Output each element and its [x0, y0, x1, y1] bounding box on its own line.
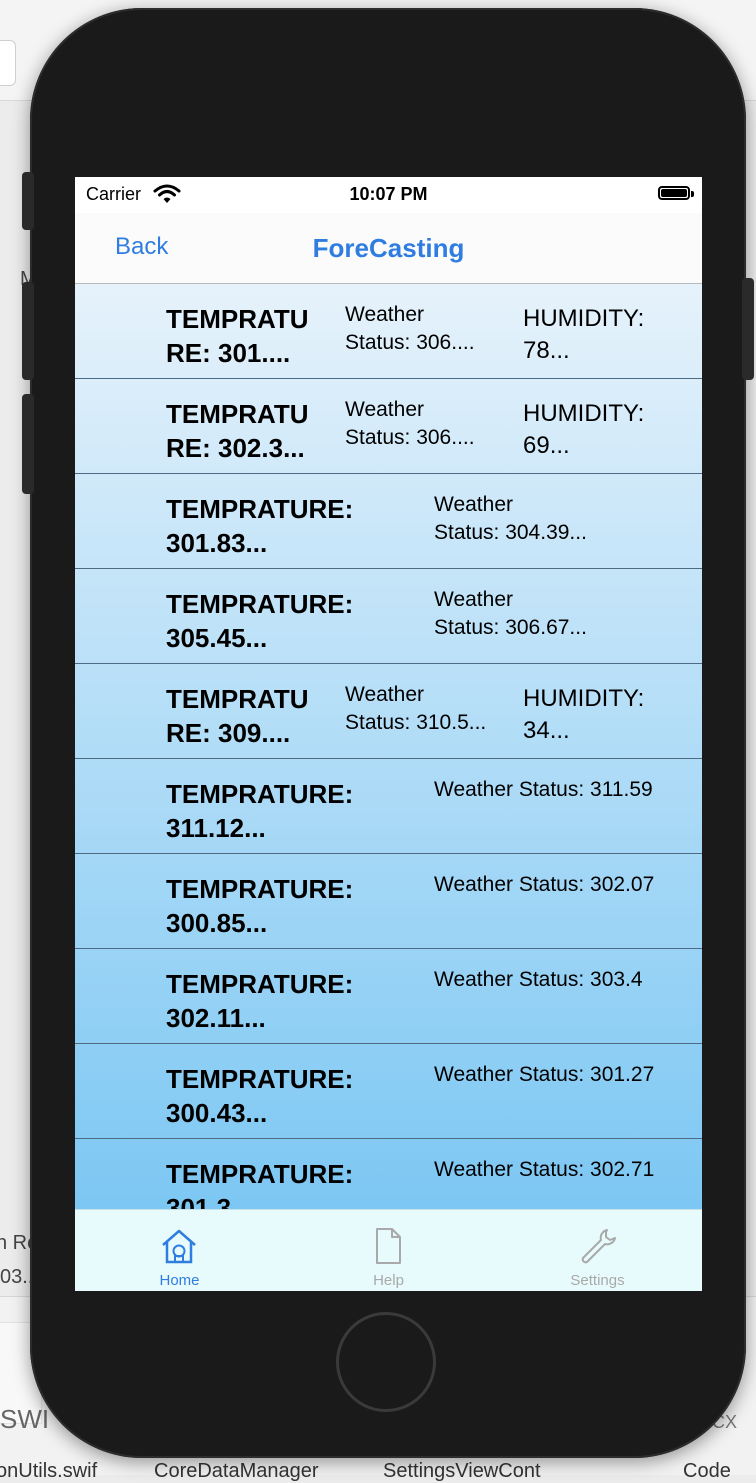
document-icon: [368, 1226, 408, 1266]
humidity-label: HUMIDITY: 78...: [523, 305, 645, 364]
home-button[interactable]: [336, 1312, 436, 1412]
battery-icon: [658, 186, 690, 200]
weather-status-label: Weather Status: 303.4: [434, 968, 643, 991]
temperature-label: TEMPRATU RE: 309....: [166, 684, 309, 748]
table-row[interactable]: TEMPRATURE: 301.3... Weather Status: 302…: [75, 1139, 702, 1209]
weather-status-label: Weather Status: 306.67...: [434, 588, 587, 639]
temperature-label: TEMPRATU RE: 302.3...: [166, 399, 309, 463]
tab-label: Help: [373, 1272, 404, 1289]
table-row[interactable]: TEMPRATURE: 311.12... Weather Status: 31…: [75, 759, 702, 854]
tab-label: Home: [159, 1272, 200, 1289]
temperature-label: TEMPRATURE: 311.12...: [166, 779, 354, 843]
table-row[interactable]: TEMPRATURE: 305.45... Weather Status: 30…: [75, 569, 702, 664]
weather-status-label: Weather Status: 304.39...: [434, 493, 587, 544]
status-bar: Carrier 10:07 PM: [75, 177, 702, 213]
file-label[interactable]: onUtils.swif: [0, 1460, 97, 1483]
weather-status-label: Weather Status: 311.59: [434, 778, 653, 801]
weather-status-label: Weather Status: 310.5...: [345, 683, 487, 734]
temperature-label: TEMPRATURE: 300.43...: [166, 1064, 354, 1128]
desktop-text: 03..: [0, 1266, 34, 1288]
forecast-table[interactable]: TEMPRATU RE: 301.... Weather Status: 306…: [75, 284, 702, 1209]
tab-settings[interactable]: Settings: [493, 1210, 702, 1291]
battery-tip: [691, 191, 694, 197]
silent-switch: [22, 172, 34, 230]
file-label[interactable]: CoreDataManager: [154, 1460, 319, 1483]
temperature-label: TEMPRATURE: 305.45...: [166, 589, 354, 653]
power-button: [742, 278, 754, 380]
weather-status-label: Weather Status: 301.27: [434, 1063, 655, 1086]
temperature-label: TEMPRATURE: 300.85...: [166, 874, 354, 938]
volume-up-button: [22, 282, 34, 380]
desktop-toolbar-button[interactable]: [0, 40, 16, 86]
tab-bar: Home Help Settings: [75, 1209, 702, 1291]
app-screen: Carrier 10:07 PM Back ForeCasting TEMPRA…: [75, 177, 702, 1291]
table-row[interactable]: TEMPRATURE: 301.83... Weather Status: 30…: [75, 474, 702, 569]
desktop-text: SWI: [0, 1404, 50, 1434]
file-label[interactable]: Code: [683, 1460, 731, 1483]
file-label[interactable]: SettingsViewCont: [383, 1460, 541, 1483]
weather-status-label: Weather Status: 302.71: [434, 1158, 655, 1181]
temperature-label: TEMPRATURE: 301.3...: [166, 1159, 354, 1209]
navigation-bar: Back ForeCasting: [75, 213, 702, 284]
tab-help[interactable]: Help: [284, 1210, 493, 1291]
table-row[interactable]: TEMPRATU RE: 302.3... Weather Status: 30…: [75, 379, 702, 474]
clock: 10:07 PM: [349, 184, 428, 204]
temperature-label: TEMPRATU RE: 301....: [166, 304, 309, 368]
humidity-label: HUMIDITY: 34...: [523, 685, 645, 744]
table-row[interactable]: TEMPRATURE: 300.85... Weather Status: 30…: [75, 854, 702, 949]
tab-home[interactable]: Home: [75, 1210, 284, 1291]
weather-status-label: Weather Status: 302.07: [434, 873, 655, 896]
wrench-icon: [577, 1226, 617, 1266]
table-row[interactable]: TEMPRATURE: 300.43... Weather Status: 30…: [75, 1044, 702, 1139]
volume-down-button: [22, 394, 34, 494]
table-row[interactable]: TEMPRATURE: 302.11... Weather Status: 30…: [75, 949, 702, 1044]
weather-status-label: Weather Status: 306....: [345, 398, 475, 449]
temperature-label: TEMPRATURE: 301.83...: [166, 494, 354, 558]
table-row[interactable]: TEMPRATU RE: 309.... Weather Status: 310…: [75, 664, 702, 759]
weather-status-label: Weather Status: 306....: [345, 303, 475, 354]
table-row[interactable]: TEMPRATU RE: 301.... Weather Status: 306…: [75, 284, 702, 379]
home-icon: [159, 1226, 199, 1266]
humidity-label: HUMIDITY: 69...: [523, 400, 645, 459]
tab-label: Settings: [570, 1272, 625, 1289]
temperature-label: TEMPRATURE: 302.11...: [166, 969, 354, 1033]
page-title: ForeCasting: [312, 233, 465, 263]
